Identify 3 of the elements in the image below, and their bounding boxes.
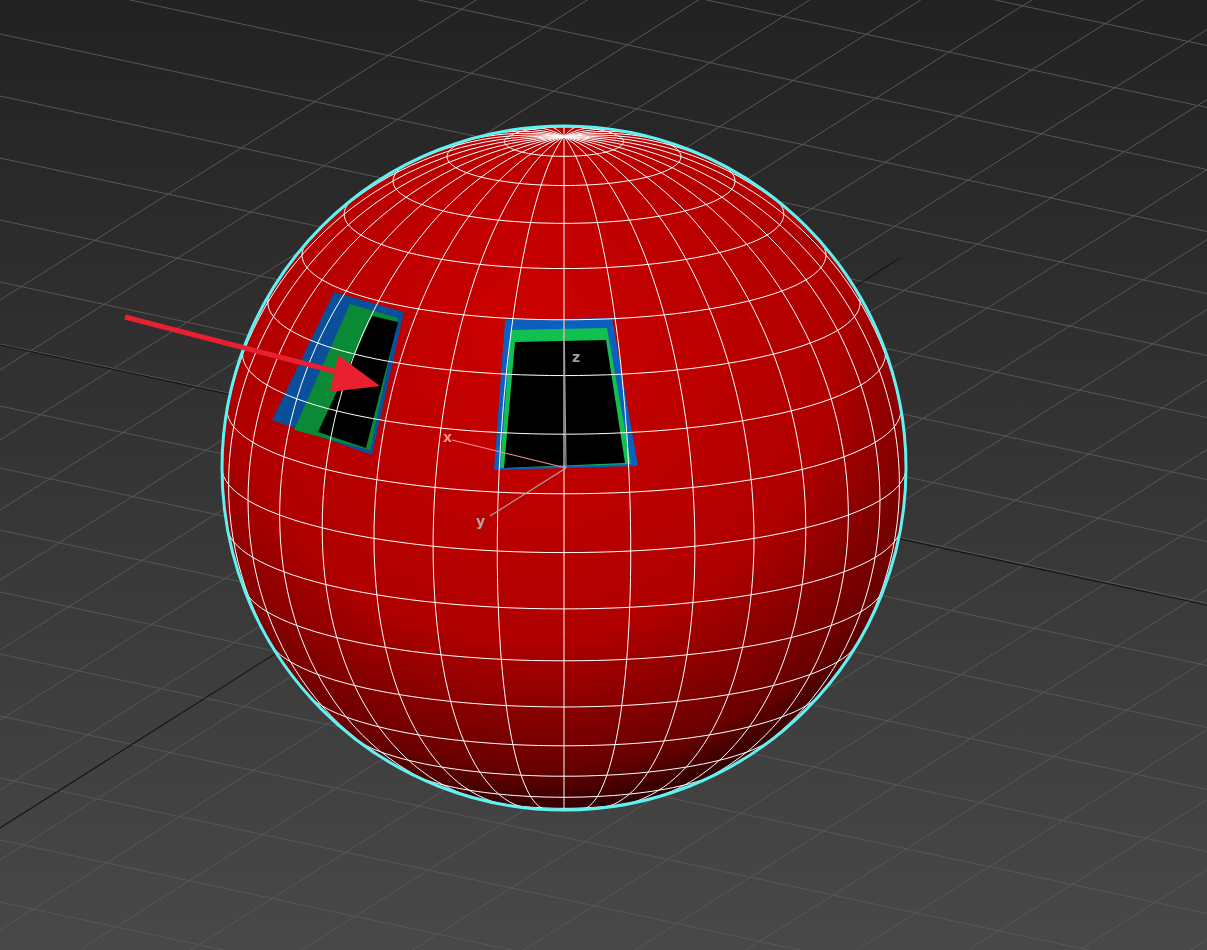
axis-label: z: [572, 349, 581, 365]
axis-label: x: [443, 429, 453, 445]
axis-label: y: [476, 513, 486, 529]
